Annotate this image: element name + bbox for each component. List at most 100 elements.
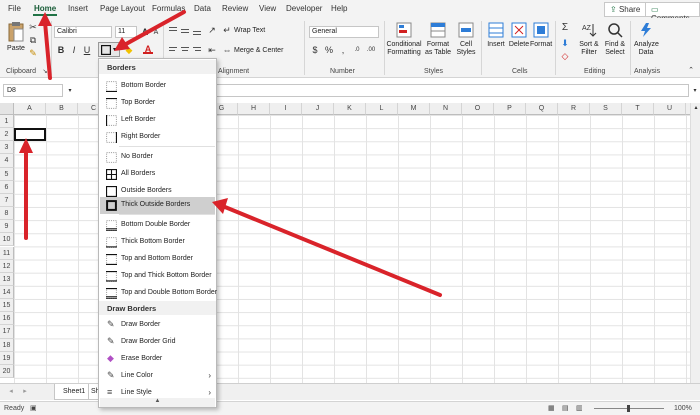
zoom-level[interactable]: 100% (674, 405, 692, 412)
column-header-n[interactable]: N (430, 103, 462, 115)
grow-font-icon[interactable]: A (140, 27, 150, 37)
column-header-r[interactable]: R (558, 103, 590, 115)
row-header-20[interactable]: 20 (0, 364, 14, 378)
border-option-bottom-double-border[interactable]: Bottom Double Border (100, 217, 215, 234)
row-header-2[interactable]: 2 (0, 128, 14, 142)
row-header-10[interactable]: 10 (0, 233, 14, 247)
indent-icon[interactable]: ⇤ (207, 45, 217, 55)
row-header-18[interactable]: 18 (0, 338, 14, 352)
tab-developer[interactable]: Developer (286, 4, 322, 13)
draw-option-erase-border[interactable]: ◆ Erase Border (100, 351, 215, 368)
paste-button[interactable]: Paste (5, 22, 27, 53)
share-button[interactable]: ⇪ Share (604, 2, 647, 17)
column-header-o[interactable]: O (462, 103, 494, 115)
shrink-font-icon[interactable]: A (151, 28, 161, 38)
column-header-s[interactable]: S (590, 103, 622, 115)
prev-sheet-icon[interactable]: ◂ (6, 387, 16, 397)
align-top-icons[interactable] (168, 26, 204, 36)
font-name-select[interactable]: Calibri (54, 26, 112, 38)
dialog-launcher-icon[interactable]: ↘ (40, 67, 50, 77)
row-header-19[interactable]: 19 (0, 351, 14, 365)
tab-help[interactable]: Help (331, 4, 347, 13)
percent-icon[interactable]: % (324, 45, 334, 55)
row-header-5[interactable]: 5 (0, 167, 14, 181)
border-option-top-and-thick-bottom-border[interactable]: Top and Thick Bottom Border (100, 268, 215, 285)
column-header-t[interactable]: T (622, 103, 654, 115)
font-size-select[interactable]: 11 (115, 26, 137, 38)
column-header-b[interactable]: B (46, 103, 78, 115)
row-header-16[interactable]: 16 (0, 312, 14, 326)
underline-button[interactable]: U (82, 45, 92, 55)
row-header-7[interactable]: 7 (0, 193, 14, 208)
format-painter-icon[interactable]: ✎ (28, 48, 38, 58)
draw-option-draw-border[interactable]: ✎ Draw Border (100, 317, 215, 334)
border-option-no-border[interactable]: No Border (100, 149, 215, 166)
fill-icon[interactable]: ⬇ (560, 38, 570, 48)
tab-home[interactable]: Home (32, 4, 58, 16)
italic-button[interactable]: I (69, 45, 79, 55)
row-header-13[interactable]: 13 (0, 272, 14, 286)
cut-icon[interactable]: ✂ (28, 22, 38, 32)
border-option-thick-outside-borders[interactable]: Thick Outside Borders (100, 197, 215, 214)
autosum-icon[interactable]: Σ (560, 23, 570, 33)
column-header-m[interactable]: M (398, 103, 430, 115)
currency-icon[interactable]: $ (310, 45, 320, 55)
page-layout-view-icon[interactable]: ▤ (562, 404, 569, 412)
draw-option-draw-border-grid[interactable]: ✎ Draw Border Grid (100, 334, 215, 351)
scroll-up-icon[interactable]: ▴ (691, 103, 700, 113)
name-box[interactable]: D8 (3, 84, 63, 97)
select-all-corner[interactable] (0, 103, 14, 115)
row-header-6[interactable]: 6 (0, 180, 14, 194)
row-header-8[interactable]: 8 (0, 207, 14, 221)
macro-record-icon[interactable]: ▣ (30, 404, 37, 412)
tab-file[interactable]: File (8, 4, 21, 13)
border-option-thick-bottom-border[interactable]: Thick Bottom Border (100, 234, 215, 251)
comma-icon[interactable]: , (338, 45, 348, 55)
next-sheet-icon[interactable]: ▸ (20, 387, 30, 397)
page-break-view-icon[interactable]: ▥ (576, 404, 583, 412)
delete-cells-button[interactable]: Delete (508, 22, 530, 49)
column-header-p[interactable]: P (494, 103, 526, 115)
border-option-right-border[interactable]: Right Border (100, 129, 215, 146)
conditional-formatting-button[interactable]: Conditional Formatting (386, 22, 422, 57)
expand-formula-bar-icon[interactable]: ▾ (690, 86, 700, 96)
row-header-14[interactable]: 14 (0, 285, 14, 300)
row-header-4[interactable]: 4 (0, 154, 14, 168)
align-left-icons[interactable] (168, 46, 204, 56)
tab-formulas[interactable]: Formulas (152, 4, 185, 13)
border-option-all-borders[interactable]: All Borders (100, 166, 215, 183)
tab-review[interactable]: Review (222, 4, 248, 13)
number-format-select[interactable]: General (309, 26, 379, 38)
zoom-slider-thumb[interactable] (627, 405, 630, 412)
formula-input[interactable] (215, 84, 689, 97)
insert-cells-button[interactable]: Insert (485, 22, 507, 49)
column-header-q[interactable]: Q (526, 103, 558, 115)
analyze-data-button[interactable]: Analyze Data (634, 22, 659, 57)
selected-cell-a2[interactable] (14, 128, 46, 141)
name-box-dropdown-icon[interactable]: ▾ (65, 86, 75, 96)
row-header-11[interactable]: 11 (0, 246, 14, 260)
sort-filter-button[interactable]: AZ Sort & Filter (576, 22, 602, 57)
comments-button[interactable]: ▭ Comments (645, 2, 700, 23)
tab-page-layout[interactable]: Page Layout (100, 4, 145, 13)
format-cells-button[interactable]: Format (530, 22, 552, 49)
orientation-icon[interactable]: ↗ (207, 25, 217, 35)
draw-option-line-style[interactable]: ≡ Line Style › (100, 385, 215, 402)
border-option-top-and-bottom-border[interactable]: Top and Bottom Border (100, 251, 215, 268)
column-header-j[interactable]: J (302, 103, 334, 115)
column-header-h[interactable]: H (238, 103, 270, 115)
fill-color-icon[interactable]: ◆ (124, 45, 134, 55)
row-header-15[interactable]: 15 (0, 299, 14, 313)
clear-icon[interactable]: ◇ (560, 51, 570, 61)
find-select-button[interactable]: Find & Select (603, 22, 627, 57)
merge-center-button[interactable]: Merge & Center (234, 47, 283, 55)
decrease-decimal-icon[interactable]: .00 (366, 45, 376, 55)
vertical-scrollbar[interactable]: ▴ (690, 103, 700, 383)
normal-view-icon[interactable]: ▦ (548, 404, 555, 412)
row-header-9[interactable]: 9 (0, 220, 14, 234)
border-option-top-and-double-bottom-border[interactable]: Top and Double Bottom Border (100, 285, 217, 302)
row-header-12[interactable]: 12 (0, 259, 14, 273)
cell-styles-button[interactable]: Cell Styles (454, 22, 478, 57)
column-header-u[interactable]: U (654, 103, 686, 115)
borders-button[interactable]: ▾ (98, 42, 120, 57)
